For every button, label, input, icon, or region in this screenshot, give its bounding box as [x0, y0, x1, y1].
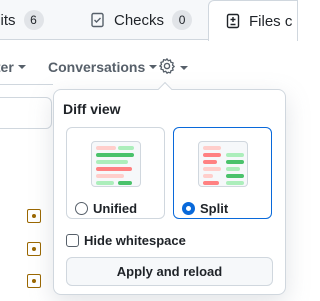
- tab-files-label: Files c: [249, 12, 293, 30]
- tab-checks-label: Checks: [114, 11, 165, 29]
- apply-and-reload-button[interactable]: Apply and reload: [66, 257, 273, 286]
- pr-tab-bar: mits 6 Checks 0 Files c: [0, 0, 298, 41]
- gear-icon: [158, 57, 176, 78]
- split-radio[interactable]: [182, 202, 195, 215]
- hide-whitespace-row[interactable]: Hide whitespace: [66, 233, 186, 248]
- divider: [0, 84, 53, 85]
- git-commit-icon: [27, 274, 41, 288]
- checklist-icon: [90, 12, 106, 28]
- caret-down-icon: [180, 65, 188, 70]
- commits-counter: 6: [23, 10, 44, 30]
- hide-whitespace-checkbox[interactable]: [66, 234, 79, 247]
- file-diff-icon: [225, 13, 241, 29]
- git-commit-icon: [27, 242, 41, 256]
- tab-files-changed[interactable]: Files c: [208, 0, 298, 41]
- file-filter-dropdown[interactable]: lter: [0, 59, 26, 75]
- split-label: Split: [200, 201, 229, 216]
- split-radio-row[interactable]: Split: [182, 201, 228, 216]
- popover-title: Diff view: [63, 101, 121, 117]
- diff-view-popover: Diff view Unified Split Hide whitespace …: [53, 89, 286, 295]
- hide-whitespace-label: Hide whitespace: [84, 233, 186, 248]
- split-preview-icon: [198, 141, 248, 187]
- file-filter-label: lter: [0, 59, 14, 75]
- git-commit-icon: [27, 209, 41, 223]
- unified-radio[interactable]: [75, 202, 88, 215]
- diff-settings-button[interactable]: [158, 57, 188, 78]
- tab-checks[interactable]: Checks 0: [90, 0, 193, 40]
- tab-commits-label: mits: [0, 11, 16, 29]
- caret-down-icon: [149, 65, 158, 69]
- split-view-option[interactable]: Split: [173, 127, 272, 219]
- file-filter-input[interactable]: [0, 97, 52, 129]
- conversations-label: Conversations: [48, 59, 146, 75]
- caret-down-icon: [17, 65, 26, 69]
- unified-view-option[interactable]: Unified: [66, 127, 165, 219]
- unified-label: Unified: [93, 201, 138, 216]
- tab-commits[interactable]: mits 6: [0, 0, 44, 40]
- conversations-dropdown[interactable]: Conversations: [48, 59, 158, 75]
- unified-radio-row[interactable]: Unified: [75, 201, 137, 216]
- unified-preview-icon: [91, 141, 141, 187]
- checks-counter: 0: [172, 10, 193, 30]
